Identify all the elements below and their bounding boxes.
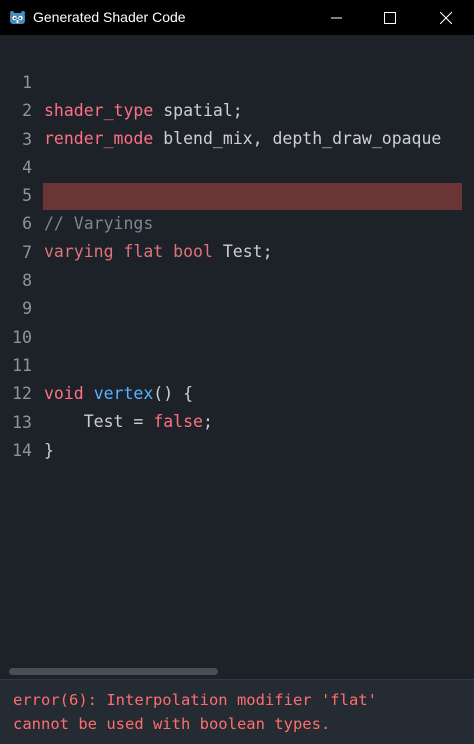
shader-code-window: Generated Shader Code 1 shader_type spat… [0,0,474,744]
code-line: 3 [0,98,474,149]
close-button[interactable] [423,0,469,35]
code-line: 1 shader_type spatial; [0,41,474,120]
code-line: 13 } [0,381,474,460]
code-line: 7 [0,211,474,262]
horizontal-scrollbar[interactable] [9,668,218,675]
code-line: 14 [0,409,474,460]
minimize-button[interactable] [314,0,360,35]
line-number: 14 [12,441,32,460]
error-message-line-2: cannot be used with boolean types. [13,715,331,733]
code-line: 8 [0,239,474,290]
code-line: 4 [0,126,474,177]
maximize-button[interactable] [367,0,413,35]
maximize-icon [384,11,396,24]
window-title: Generated Shader Code [33,9,186,25]
close-icon [440,11,452,24]
code-line: 12 Test = false; [0,352,474,431]
code-line: 10 [0,296,474,347]
code-line: 9 [0,267,474,318]
code-editor[interactable]: 1 shader_type spatial; 2 render_mode ble… [0,35,474,667]
code-line-error: 6 varying flat bool Test; [0,182,474,261]
title-bar: Generated Shader Code [0,0,474,35]
code-line: 11 void vertex() { [0,324,474,403]
error-message-line-1: error(6): Interpolation modifier 'flat' [13,691,377,709]
minimize-icon [331,17,342,18]
godot-icon [10,11,25,24]
error-panel: error(6): Interpolation modifier 'flat' … [0,679,474,744]
code-line: 5 // Varyings [0,154,474,233]
code-line: 2 render_mode blend_mix, depth_draw_opaq… [0,69,474,148]
